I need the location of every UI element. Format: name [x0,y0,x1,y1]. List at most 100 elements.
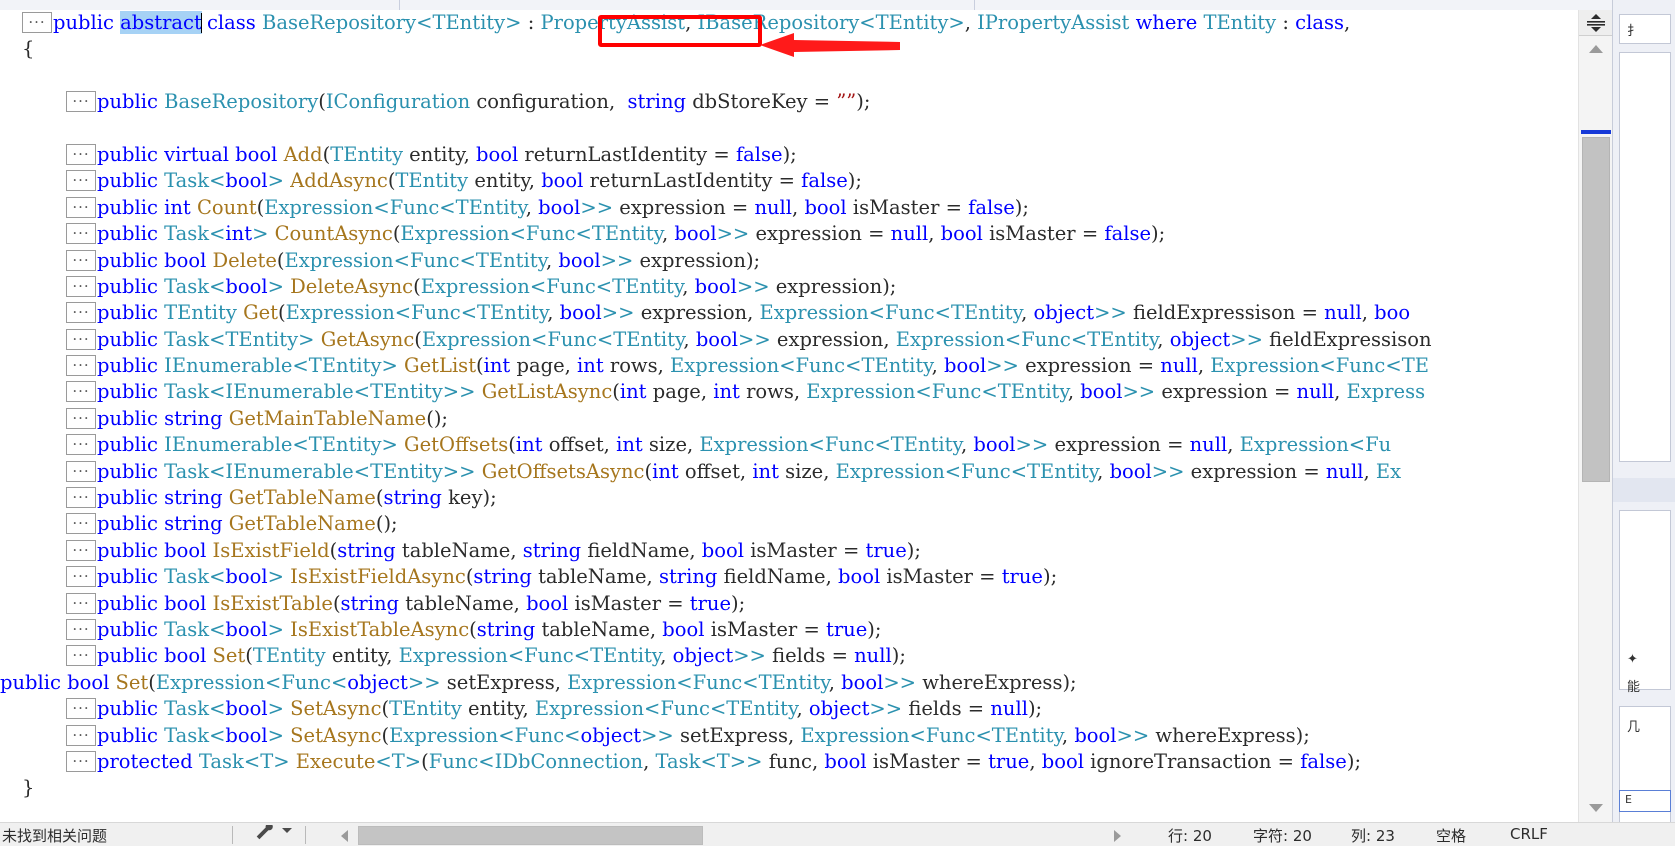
collapse-region-icon[interactable] [66,381,96,403]
code-line[interactable]: public Task<IEnumerable<TEntity>> GetOff… [0,459,1540,485]
collapse-region-icon[interactable] [66,196,96,218]
code-line[interactable]: } [0,775,1540,801]
collapse-region-icon[interactable] [66,223,96,245]
collapse-region-icon[interactable] [66,724,96,746]
code-token: tableName [541,617,650,641]
collapse-region-icon[interactable] [66,460,96,482]
code-line[interactable]: public virtual bool Add(TEntity entity, … [0,142,1540,168]
vertical-scrollbar-thumb[interactable] [1582,137,1610,482]
code-token: class [1295,11,1344,34]
code-token: IEnumerable [225,380,354,404]
collapse-region-icon[interactable] [66,407,96,429]
code-line[interactable]: public string GetMainTableName(); [0,406,1540,432]
code-token: < [375,749,392,773]
collapse-region-icon[interactable] [66,592,96,614]
code-text-area[interactable]: public abstract class BaseRepository<TEn… [0,10,1540,822]
scroll-down-arrow-icon[interactable] [1579,796,1613,820]
scroll-right-arrow-icon[interactable] [1108,826,1126,845]
collapse-region-icon[interactable] [66,750,96,772]
wrench-icon[interactable] [255,825,277,843]
code-line[interactable]: protected Task<T> Execute<T>(Func<IDbCon… [0,749,1540,775]
collapse-region-icon[interactable] [22,12,52,33]
code-line[interactable]: public Task<bool> IsExistTableAsync(stri… [0,617,1540,643]
code-token: GetOffsetsAsync [481,459,645,483]
collapse-region-icon[interactable] [66,645,96,667]
code-token: >> [1122,380,1162,404]
code-token: { [22,37,35,61]
collapse-region-icon[interactable] [66,275,96,297]
code-token: < [595,274,613,298]
code-line[interactable]: { [0,36,1540,62]
code-token: int [619,380,653,404]
code-token: , [823,459,836,483]
collapse-region-icon[interactable] [66,487,96,509]
code-token: TEntity [890,433,961,457]
code-line[interactable]: public Task<TEntity> GetAsync(Expression… [0,327,1540,353]
right-side-panel[interactable]: 扌 ✦ 能 几 E [1612,0,1675,846]
code-token: = [831,644,855,668]
code-line[interactable]: public bool Set(Expression<Func<object>>… [0,670,1540,696]
code-token: fieldExpressison [1132,301,1302,325]
collapse-region-icon[interactable] [66,91,96,113]
code-line[interactable]: public Task<bool> DeleteAsync(Expression… [0,274,1540,300]
horizontal-scrollbar-thumb[interactable] [358,826,703,845]
collapse-region-icon[interactable] [66,513,96,535]
collapse-region-icon[interactable] [66,355,96,377]
code-token: TEntity [1027,459,1098,483]
code-token: >> [1151,459,1191,483]
code-token: ( [469,617,477,641]
code-line[interactable]: public BaseRepository(IConfiguration con… [0,89,1540,115]
collapse-region-icon[interactable] [66,698,96,720]
code-token: Func [411,301,461,325]
code-token: < [393,248,410,272]
collapse-region-icon[interactable] [66,566,96,588]
collapse-region-icon[interactable] [66,249,96,271]
collapse-region-icon[interactable] [66,170,96,192]
code-line[interactable]: public bool Set(TEntity entity, Expressi… [0,643,1540,669]
code-line[interactable] [0,63,1540,89]
top-strip-segment-1 [0,0,400,10]
code-token: ( [381,697,390,721]
code-token: TEntity [395,169,475,193]
code-line[interactable]: public Task<bool> SetAsync(TEntity entit… [0,696,1540,722]
collapse-region-icon[interactable] [66,302,96,324]
code-line[interactable]: public Task<bool> SetAsync(Expression<Fu… [0,723,1540,749]
code-line[interactable]: public int Count(Expression<Func<TEntity… [0,195,1540,221]
code-line[interactable]: public abstract class BaseRepository<TEn… [0,10,1540,36]
collapse-region-icon[interactable] [66,618,96,640]
code-line[interactable]: public IEnumerable<TEntity> GetList(int … [0,353,1540,379]
code-token: Func [428,749,479,773]
split-view-icon[interactable] [1579,10,1613,36]
code-line[interactable]: public string GetTableName(); [0,511,1540,537]
code-token: ); [906,538,921,562]
right-panel-glyph-3: 几 [1627,720,1641,735]
code-line[interactable]: public IEnumerable<TEntity> GetOffsets(i… [0,432,1540,458]
collapse-region-icon[interactable] [66,328,96,350]
code-token: < [529,274,547,298]
code-token: , [683,327,696,351]
code-line[interactable] [0,116,1540,142]
code-line[interactable]: public bool Delete(Expression<Func<TEnti… [0,248,1540,274]
code-token: false [1104,222,1151,246]
vertical-scrollbar[interactable] [1578,10,1613,822]
code-token: bool [824,749,873,773]
code-token: TEntity [590,644,661,668]
code-line[interactable]: public Task<IEnumerable<TEntity>> GetLis… [0,379,1540,405]
code-line[interactable]: public string GetTableName(string key); [0,485,1540,511]
code-line[interactable]: public bool IsExistTable(string tableNam… [0,591,1540,617]
code-token: IsExistTableAsync [290,617,470,641]
collapse-region-icon[interactable] [66,434,96,456]
code-line[interactable]: public bool IsExistField(string tableNam… [0,538,1540,564]
code-line[interactable]: public TEntity Get(Expression<Func<TEnti… [0,300,1540,326]
scroll-up-arrow-icon[interactable] [1579,37,1613,61]
code-line[interactable]: public Task<bool> IsExistFieldAsync(stri… [0,564,1540,590]
code-line[interactable]: public Task<int> CountAsync(Expression<F… [0,221,1540,247]
collapse-region-icon[interactable] [66,539,96,561]
chevron-down-icon[interactable] [281,825,293,835]
scroll-left-arrow-icon[interactable] [336,826,354,845]
right-panel-list-box[interactable] [1619,52,1671,462]
code-line[interactable]: public Task<bool> AddAsync(TEntity entit… [0,168,1540,194]
collapse-region-icon[interactable] [66,143,96,165]
editor-surface[interactable]: public abstract class BaseRepository<TEn… [0,10,1612,822]
code-token: , [793,380,807,404]
